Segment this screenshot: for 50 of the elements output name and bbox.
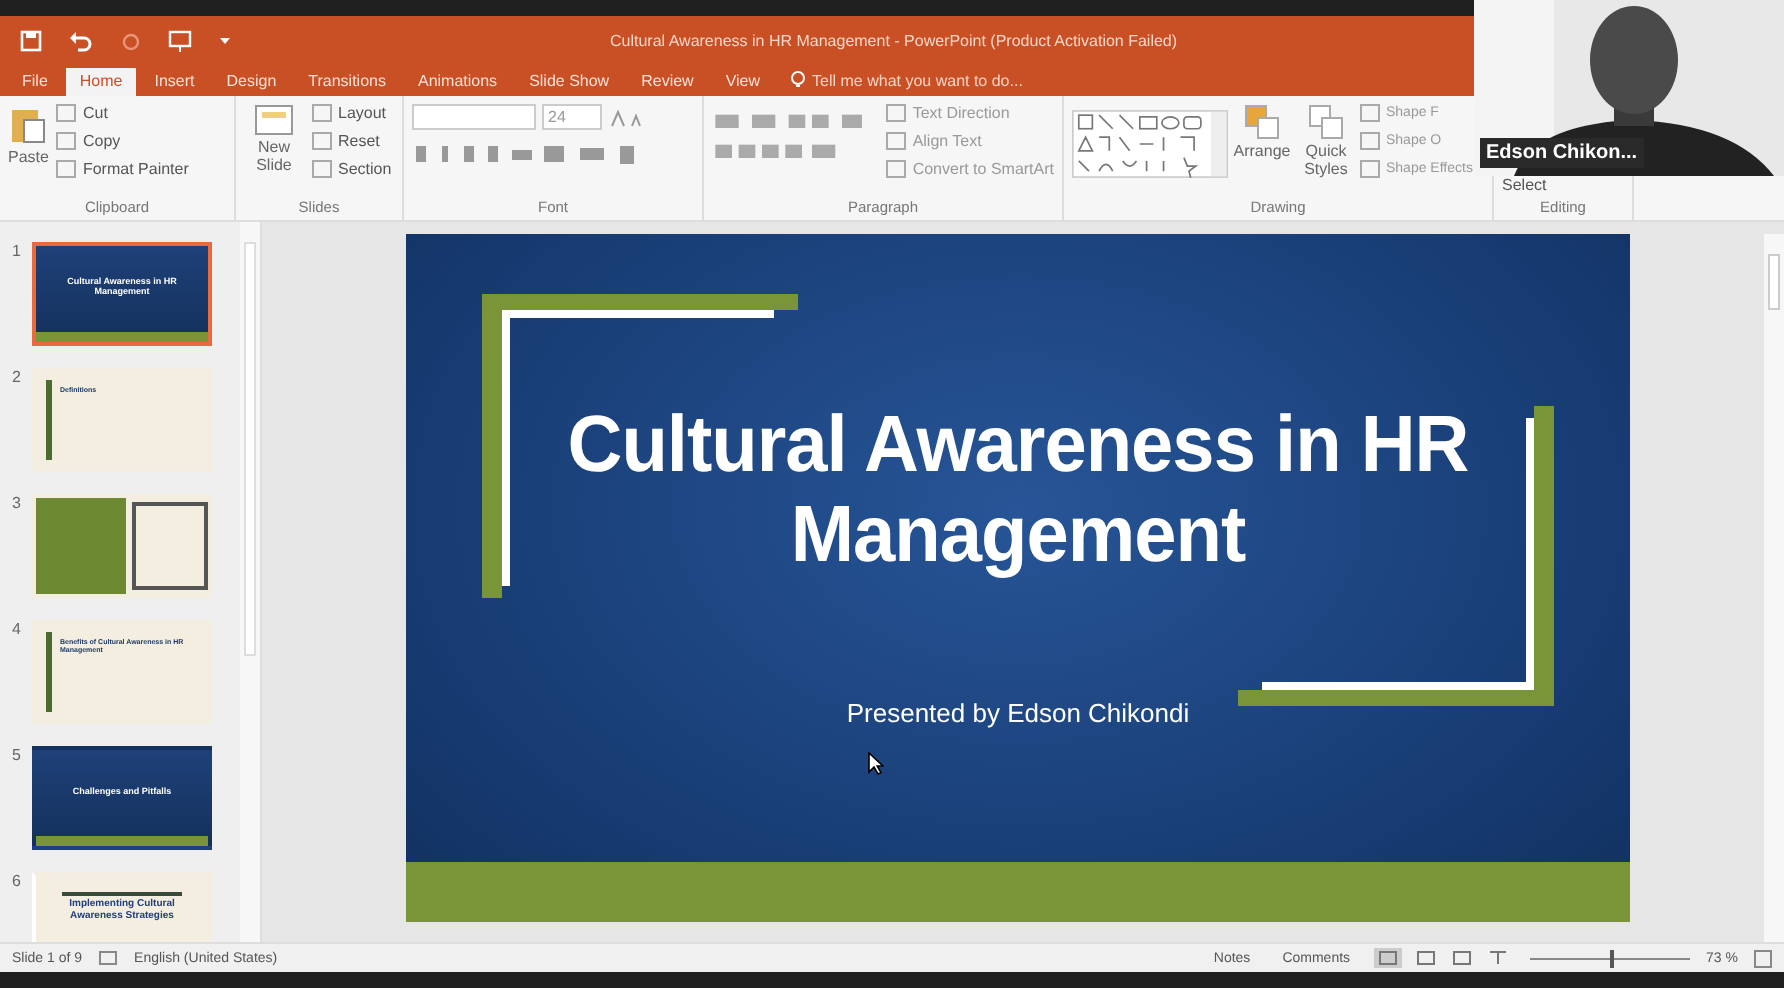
shape-icon xyxy=(1244,104,1280,140)
slide-number: 3 xyxy=(12,494,22,516)
ribbon-tab[interactable]: Home xyxy=(65,68,137,96)
ribbon-command[interactable]: Reset xyxy=(312,132,380,150)
slide-subtitle: Presented by Edson Chikondi xyxy=(846,697,1190,728)
slide-title: Cultural Awareness in HR Management xyxy=(565,401,1471,583)
ribbon-command[interactable]: Format Painter xyxy=(56,160,189,178)
slide-number: 1 xyxy=(12,242,22,264)
ribbon-button[interactable]: Arrange xyxy=(1232,104,1292,198)
font-size-field[interactable]: 24 xyxy=(542,104,602,130)
shape-icon xyxy=(1308,104,1344,140)
ribbon-tab[interactable]: File xyxy=(8,68,62,96)
ribbon-command[interactable]: Section xyxy=(312,160,392,178)
ribbon-command[interactable]: Layout xyxy=(312,104,387,122)
ribbon-command[interactable]: Select xyxy=(1502,176,1547,194)
lightbulb-icon xyxy=(790,70,807,90)
shapes-gallery[interactable] xyxy=(1072,104,1228,184)
ribbon-button[interactable]: Quick Styles xyxy=(1296,104,1356,198)
redo-icon[interactable] xyxy=(120,29,142,51)
ribbon-tab[interactable]: Animations xyxy=(403,68,512,96)
clipboard-icon xyxy=(10,104,47,144)
slide-thumbnail[interactable] xyxy=(32,494,212,598)
window-title: Cultural Awareness in HR Management - PowerPoint (Product Activation Failed) xyxy=(610,32,1178,50)
scrollbar[interactable] xyxy=(1764,234,1784,942)
ribbon-tab[interactable]: Transitions xyxy=(294,68,400,96)
slide-number: 6 xyxy=(12,872,22,894)
ribbon-command[interactable]: Cut xyxy=(56,104,108,122)
fit-icon[interactable] xyxy=(1754,949,1772,967)
undo-icon[interactable] xyxy=(68,29,94,51)
cursor-icon xyxy=(868,752,884,776)
ribbon-tab[interactable]: Insert xyxy=(140,68,209,96)
tell-me-field[interactable]: Tell me what you want to do... xyxy=(790,70,1113,96)
ribbon-tab[interactable]: Review xyxy=(627,68,708,96)
new-slide-button[interactable]: New Slide xyxy=(244,104,304,198)
font-name-field[interactable] xyxy=(412,104,536,130)
ribbon-tab[interactable]: Design xyxy=(212,68,291,96)
spelling-icon[interactable] xyxy=(98,949,119,967)
participant-name: Edson Chikon... xyxy=(1480,138,1644,168)
slide-icon xyxy=(254,104,294,136)
slide-number: 4 xyxy=(12,620,22,642)
slide-number: 5 xyxy=(12,746,22,768)
presentation-icon[interactable] xyxy=(168,29,192,51)
ribbon-tab[interactable]: View xyxy=(711,68,775,96)
scrollbar[interactable] xyxy=(240,222,260,942)
save-icon[interactable] xyxy=(20,29,42,51)
customize-icon[interactable] xyxy=(218,34,232,46)
ribbon-tab[interactable]: Slide Show xyxy=(515,68,624,96)
ribbon-command[interactable]: Copy xyxy=(56,132,121,150)
slide-number: 2 xyxy=(12,368,22,390)
paste-button[interactable]: Paste xyxy=(8,104,49,198)
